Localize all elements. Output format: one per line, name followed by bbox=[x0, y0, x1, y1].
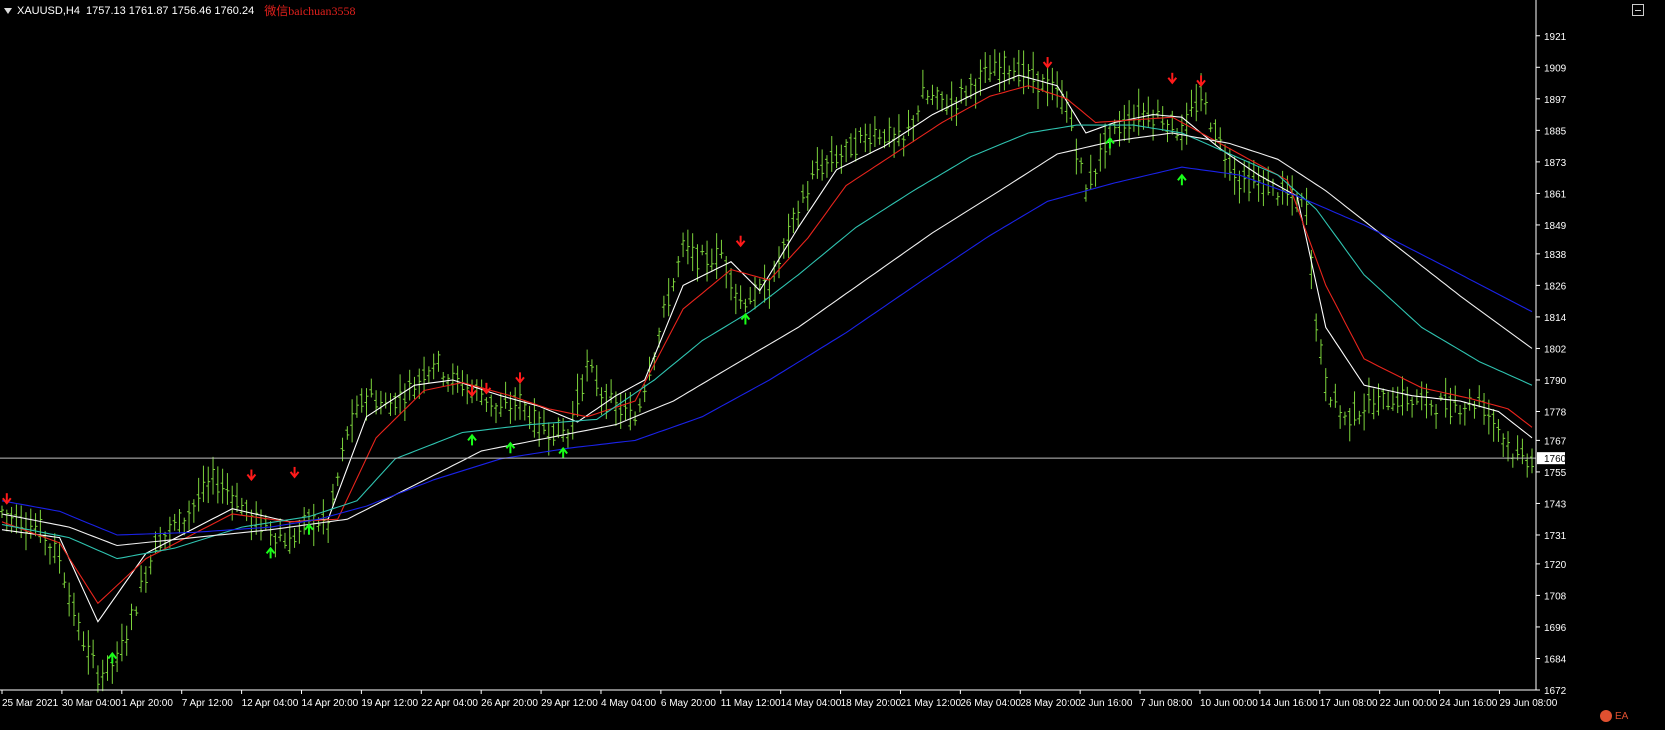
chart-area[interactable]: 1921 1909 1897 1885 1873 1861 1849 1838 1826 1814… bbox=[0, 0, 1665, 730]
x-tick-label: 24 Jun 16:00 bbox=[1440, 698, 1498, 709]
x-tick-label: 11 May 12:00 bbox=[721, 698, 781, 709]
x-tick-label: 22 Jun 00:00 bbox=[1380, 698, 1438, 709]
y-tick-label: 1755 bbox=[1544, 468, 1567, 479]
y-tick-label: 1873 bbox=[1544, 158, 1567, 169]
x-tick-label: 25 Mar 2021 bbox=[2, 698, 59, 709]
y-tick-label: 1720 bbox=[1544, 560, 1567, 571]
y-tick-label: 1767 bbox=[1544, 436, 1567, 447]
x-tick-label: 4 May 04:00 bbox=[601, 698, 656, 709]
minimize-icon[interactable] bbox=[1632, 4, 1644, 16]
brand-logo: EA bbox=[1600, 710, 1628, 722]
y-tick-label: 1885 bbox=[1544, 126, 1567, 137]
x-tick-label: 17 Jun 08:00 bbox=[1320, 698, 1378, 709]
y-tick-label: 1897 bbox=[1544, 95, 1567, 106]
y-tick-label: 1708 bbox=[1544, 591, 1567, 602]
watermark-text: 微信baichuan3558 bbox=[264, 4, 356, 18]
x-tick-label: 19 Apr 12:00 bbox=[361, 698, 418, 709]
chart-svg[interactable]: 1921 1909 1897 1885 1873 1861 1849 1838 1826 1814… bbox=[0, 0, 1665, 730]
x-tick-label: 7 Jun 08:00 bbox=[1140, 698, 1193, 709]
x-tick-label: 14 Jun 16:00 bbox=[1260, 698, 1318, 709]
y-tick-label: 1684 bbox=[1544, 654, 1567, 665]
y-tick-label: 1826 bbox=[1544, 281, 1567, 292]
y-tick-label: 1696 bbox=[1544, 623, 1567, 634]
x-tick-label: 28 May 20:00 bbox=[1020, 698, 1081, 709]
y-tick-label: 1861 bbox=[1544, 189, 1567, 200]
y-tick-label: 1743 bbox=[1544, 499, 1567, 510]
y-tick-label: 1921 bbox=[1544, 32, 1567, 43]
x-tick-label: 7 Apr 12:00 bbox=[182, 698, 234, 709]
chevron-down-icon[interactable] bbox=[4, 7, 12, 14]
y-tick-label: 1790 bbox=[1544, 376, 1567, 387]
x-tick-label: 26 May 04:00 bbox=[960, 698, 1021, 709]
x-tick-label: 29 Jun 08:00 bbox=[1499, 698, 1557, 709]
y-tick-label: 1814 bbox=[1544, 313, 1567, 324]
y-tick-label: 1849 bbox=[1544, 221, 1567, 232]
y-tick-label: 1909 bbox=[1544, 63, 1567, 74]
y-tick-label: 1802 bbox=[1544, 344, 1567, 355]
x-tick-label: 14 Apr 20:00 bbox=[301, 698, 358, 709]
x-tick-label: 10 Jun 00:00 bbox=[1200, 698, 1258, 709]
x-tick-label: 14 May 04:00 bbox=[781, 698, 842, 709]
x-tick-label: 30 Mar 04:00 bbox=[62, 698, 121, 709]
x-tick-label: 6 May 20:00 bbox=[661, 698, 716, 709]
current-price-label: 1760 bbox=[1544, 454, 1567, 465]
x-tick-label: 21 May 12:00 bbox=[900, 698, 961, 709]
x-tick-label: 22 Apr 04:00 bbox=[421, 698, 478, 709]
y-tick-label: 1672 bbox=[1544, 686, 1567, 697]
x-tick-label: 12 Apr 04:00 bbox=[242, 698, 299, 709]
logo-text: EA bbox=[1615, 710, 1629, 722]
x-tick-label: 18 May 20:00 bbox=[841, 698, 902, 709]
x-tick-label: 26 Apr 20:00 bbox=[481, 698, 538, 709]
x-tick-label: 1 Apr 20:00 bbox=[122, 698, 174, 709]
x-tick-label: 29 Apr 12:00 bbox=[541, 698, 598, 709]
ohlc-readout: 1757.13 1761.87 1756.46 1760.24 bbox=[85, 4, 255, 17]
symbol-label: XAUUSD,H4 bbox=[17, 4, 80, 17]
y-tick-label: 1778 bbox=[1544, 407, 1567, 418]
y-tick-label: 1731 bbox=[1544, 531, 1567, 542]
chart-header: XAUUSD,H4 1757.13 1761.87 1756.46 1760.2… bbox=[4, 2, 356, 19]
x-tick-label: 2 Jun 16:00 bbox=[1080, 698, 1133, 709]
logo-icon bbox=[1600, 710, 1612, 722]
y-tick-label: 1838 bbox=[1544, 250, 1567, 261]
